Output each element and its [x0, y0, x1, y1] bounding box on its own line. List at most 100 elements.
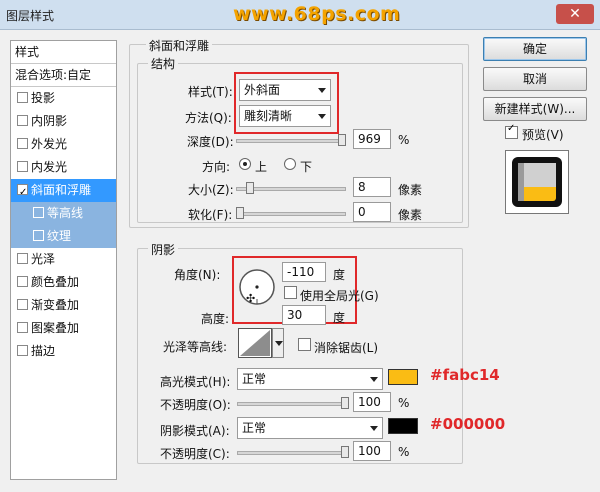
depth-unit: % [398, 133, 410, 147]
soften-slider[interactable] [236, 212, 346, 216]
highlight-mode-select[interactable]: 正常 [237, 368, 383, 390]
preview-thumbnail [512, 157, 562, 207]
sidebar-item-label: 渐变叠加 [31, 298, 80, 312]
direction-label: 方向: [202, 160, 231, 174]
sidebar-item[interactable]: 光泽 [11, 248, 116, 271]
sidebar-item[interactable]: 外发光 [11, 133, 116, 156]
chevron-down-icon [370, 377, 378, 382]
angle-unit: 度 [333, 268, 346, 282]
sidebar-item-checkbox[interactable] [17, 322, 28, 333]
angle-label: 角度(N): [174, 268, 221, 282]
altitude-input[interactable]: 30 [282, 305, 326, 325]
sidebar-item-label: 内阴影 [31, 114, 68, 128]
soften-slider-thumb[interactable] [236, 207, 244, 219]
gloss-contour-dropdown[interactable] [272, 328, 284, 358]
sidebar-item-label: 描边 [31, 344, 56, 358]
shadow-mode-select[interactable]: 正常 [237, 417, 383, 439]
shadow-hex-annotation: #000000 [430, 415, 506, 433]
sidebar-item[interactable]: 斜面和浮雕 [11, 179, 116, 204]
direction-up-label: 上 [255, 160, 268, 174]
structure-title: 结构 [148, 55, 179, 72]
sidebar-item[interactable]: 渐变叠加 [11, 294, 116, 317]
direction-down-label: 下 [300, 160, 313, 174]
sidebar-item-checkbox[interactable] [33, 230, 44, 241]
highlight-color-swatch[interactable] [388, 369, 418, 385]
soften-unit: 像素 [398, 208, 423, 222]
highlight-mode-label: 高光模式(H): [160, 375, 231, 389]
size-label: 大小(Z): [188, 183, 234, 197]
chevron-down-icon [370, 426, 378, 431]
gloss-contour-label: 光泽等高线: [163, 340, 228, 354]
sidebar-item[interactable]: 图案叠加 [11, 317, 116, 340]
soften-input[interactable]: 0 [353, 202, 391, 222]
blend-options-item[interactable]: 混合选项:自定 [11, 64, 116, 87]
shadow-opacity-thumb[interactable] [341, 446, 349, 458]
depth-input[interactable]: 969 [353, 129, 391, 149]
sidebar-item-checkbox[interactable] [17, 299, 28, 310]
sidebar-item-checkbox[interactable] [33, 207, 44, 218]
sidebar-item[interactable]: 等高线 [11, 202, 116, 225]
style-label: 样式(T): [188, 85, 233, 99]
sidebar-item[interactable]: 纹理 [11, 225, 116, 248]
preview-label: 预览(V) [522, 128, 564, 142]
antialias-checkbox[interactable] [298, 338, 311, 351]
shadow-mode-value: 正常 [242, 421, 267, 435]
window-title: 图层样式 [6, 9, 55, 23]
direction-up-radio[interactable] [239, 158, 251, 170]
sidebar-item-checkbox[interactable] [17, 253, 28, 264]
depth-slider[interactable] [236, 139, 346, 143]
style-list: 样式 混合选项:自定 投影内阴影外发光内发光斜面和浮雕等高线纹理光泽颜色叠加渐变… [10, 40, 117, 480]
global-light-label: 使用全局光(G) [300, 289, 379, 303]
cancel-button[interactable]: 取消 [483, 67, 587, 91]
global-light-checkbox[interactable] [284, 286, 297, 299]
sidebar-item-label: 等高线 [47, 206, 84, 220]
sidebar-item-checkbox[interactable] [17, 115, 28, 126]
sidebar-item-checkbox[interactable] [17, 345, 28, 356]
sidebar-item-label: 投影 [31, 91, 56, 105]
angle-input[interactable]: -110 [282, 262, 326, 282]
shading-title: 阴影 [148, 241, 179, 258]
ok-button[interactable]: 确定 [483, 37, 587, 61]
size-input[interactable]: 8 [353, 177, 391, 197]
gloss-contour-swatch[interactable] [238, 328, 272, 358]
style-list-header[interactable]: 样式 [11, 41, 116, 64]
shadow-opacity-label: 不透明度(C): [160, 447, 230, 461]
highlight-opacity-label: 不透明度(O): [160, 398, 231, 412]
sidebar-item-checkbox[interactable] [17, 161, 28, 172]
sidebar-item[interactable]: 描边 [11, 340, 116, 363]
highlight-opacity-slider[interactable] [237, 402, 347, 406]
shadow-opacity-slider[interactable] [237, 451, 347, 455]
sidebar-item-checkbox[interactable] [17, 181, 28, 204]
highlight-opacity-input[interactable]: 100 [353, 392, 391, 412]
shadow-opacity-input[interactable]: 100 [353, 441, 391, 461]
close-icon[interactable]: ✕ [556, 4, 594, 24]
sidebar-item-label: 外发光 [31, 137, 68, 151]
size-slider-thumb[interactable] [246, 182, 254, 194]
sidebar-item-checkbox[interactable] [17, 138, 28, 149]
angle-dial[interactable] [238, 268, 276, 306]
sidebar-item-checkbox[interactable] [17, 276, 28, 287]
depth-label: 深度(D): [187, 135, 234, 149]
altitude-unit: 度 [333, 311, 346, 325]
shadow-color-swatch[interactable] [388, 418, 418, 434]
sidebar-item-label: 斜面和浮雕 [31, 183, 92, 197]
direction-down-radio[interactable] [284, 158, 296, 170]
sidebar-item[interactable]: 内阴影 [11, 110, 116, 133]
technique-label: 方法(Q): [185, 111, 232, 125]
sidebar-item-label: 内发光 [31, 160, 68, 174]
crosshair-icon: ✣ [246, 292, 256, 305]
antialias-label: 消除锯齿(L) [314, 341, 379, 355]
sidebar-item[interactable]: 颜色叠加 [11, 271, 116, 294]
title-bar: 图层样式 www.68ps.com ✕ [0, 0, 600, 30]
sidebar-item-checkbox[interactable] [17, 92, 28, 103]
preview-checkbox[interactable] [505, 123, 518, 139]
sidebar-item[interactable]: 投影 [11, 87, 116, 110]
bevel-section-title: 斜面和浮雕 [146, 37, 213, 54]
highlight-opacity-thumb[interactable] [341, 397, 349, 409]
highlight-mode-value: 正常 [242, 372, 267, 386]
new-style-button[interactable]: 新建样式(W)... [483, 97, 587, 121]
sidebar-item[interactable]: 内发光 [11, 156, 116, 179]
watermark: www.68ps.com [233, 3, 401, 25]
soften-label: 软化(F): [188, 208, 233, 222]
depth-slider-thumb[interactable] [338, 134, 346, 146]
